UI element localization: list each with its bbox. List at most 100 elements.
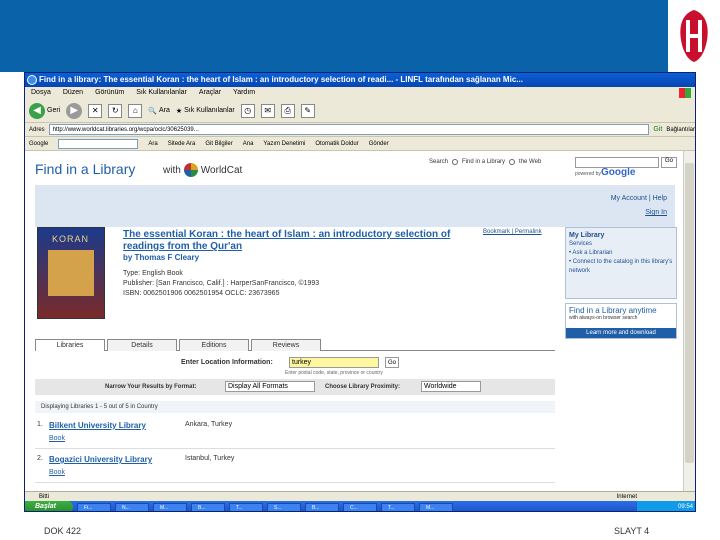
- google-logo: Google: [601, 167, 636, 178]
- refresh-icon[interactable]: ↻: [108, 103, 123, 118]
- library-name-link[interactable]: Bogazici University Library: [49, 455, 152, 464]
- address-bar: Adres http://www.worldcat.libraries.org/…: [25, 123, 695, 137]
- taskbar-item[interactable]: T...: [381, 502, 415, 511]
- meta-type: Type: English Book: [123, 270, 183, 277]
- taskbar-item[interactable]: B...: [191, 502, 225, 511]
- worldcat-brand[interactable]: with WorldCat: [163, 163, 242, 177]
- library-format-link[interactable]: Book: [49, 469, 65, 476]
- page-title[interactable]: Find in a Library: [35, 161, 135, 177]
- bookmark-link[interactable]: Bookmark | Permalink: [483, 229, 542, 235]
- scrollbar-thumb[interactable]: [685, 163, 694, 463]
- vertical-scrollbar[interactable]: [683, 151, 695, 491]
- favorites-button[interactable]: ★ Sık Kullanılanlar: [176, 107, 235, 115]
- book-title-link[interactable]: The essential Koran : the heart of Islam…: [123, 229, 463, 253]
- address-input[interactable]: http://www.worldcat.libraries.org/wcpa/o…: [48, 124, 650, 135]
- toolbar-item-spell[interactable]: Yazım Denetimi: [263, 141, 305, 147]
- edit-icon[interactable]: ✎: [300, 103, 315, 118]
- location-go-button[interactable]: Go: [385, 357, 399, 368]
- address-label: Adres: [29, 126, 45, 133]
- menu-bar: Dosya Düzen Görünüm Sık Kullanılanlar Ar…: [25, 87, 695, 99]
- connect-catalog-link[interactable]: • Connect to the catalog in this library…: [569, 258, 673, 276]
- toolbar-item-send[interactable]: Gönder: [369, 141, 389, 147]
- taskbar-item[interactable]: M...: [419, 502, 453, 511]
- taskbar-item[interactable]: T...: [229, 502, 263, 511]
- home-icon[interactable]: ⌂: [128, 103, 143, 118]
- tab-details[interactable]: Details: [107, 339, 177, 351]
- powered-by-label: powered by: [575, 171, 601, 177]
- library-format-link[interactable]: Book: [49, 435, 65, 442]
- mail-icon[interactable]: ✉: [260, 103, 275, 118]
- tab-bar: Libraries Details Editions Reviews: [35, 339, 555, 351]
- footer-course: DOK 422: [44, 526, 82, 536]
- links-label[interactable]: Bağlantılar: [666, 127, 695, 133]
- university-logo: [668, 0, 720, 72]
- toolbar-item-ana[interactable]: Ana: [243, 141, 254, 147]
- taskbar-item[interactable]: S...: [267, 502, 301, 511]
- library-number: 1.: [37, 421, 43, 428]
- stop-icon[interactable]: ✕: [88, 103, 103, 118]
- google-toolbar-input[interactable]: [58, 138, 139, 149]
- go-button[interactable]: Git: [653, 126, 662, 133]
- location-input[interactable]: turkey: [289, 357, 379, 368]
- tab-libraries[interactable]: Libraries: [35, 339, 105, 351]
- library-city: Istanbul, Turkey: [185, 455, 235, 462]
- library-city: Ankara, Turkey: [185, 421, 233, 428]
- radio-find-library[interactable]: [452, 159, 459, 165]
- toolbar: ◀ Geri ▶ ✕ ↻ ⌂ 🔍 Ara ★ Sık Kullanılanlar ◷ …: [25, 99, 695, 123]
- taskbar: Başlat Fi... N... M... B... T... S... B.…: [25, 501, 695, 511]
- menu-file[interactable]: Dosya: [31, 87, 51, 99]
- menu-view[interactable]: Görünüm: [95, 87, 124, 99]
- taskbar-item[interactable]: B...: [305, 502, 339, 511]
- library-row: 2. Bogazici University Library Istanbul,…: [35, 451, 555, 483]
- menu-help[interactable]: Yardım: [233, 87, 255, 99]
- meta-publisher: Publisher: [San Francisco, Calif.] : Har…: [123, 280, 320, 287]
- toolbar-item-site[interactable]: Sitede Ara: [168, 141, 196, 147]
- status-bar: Bitti Internet: [25, 491, 695, 501]
- worldcat-logo-icon: [183, 163, 198, 177]
- toolbar-item-search[interactable]: Ara: [148, 141, 157, 147]
- radio-web[interactable]: [509, 159, 516, 165]
- format-select[interactable]: Display All Formats: [225, 381, 315, 392]
- anytime-title: Find in a Library anytime: [569, 306, 657, 315]
- meta-isbn: ISBN: 0062501906 0062501954 OCLC: 236739…: [123, 290, 280, 297]
- toolbar-item-info[interactable]: Git Bilgiler: [205, 141, 232, 147]
- taskbar-item[interactable]: N...: [115, 502, 149, 511]
- menu-tools[interactable]: Araçlar: [199, 87, 221, 99]
- menu-favorites[interactable]: Sık Kullanılanlar: [136, 87, 187, 99]
- toolbar-item-autofill[interactable]: Otomatik Doldur: [315, 141, 358, 147]
- taskbar-item[interactable]: C...: [343, 502, 377, 511]
- google-go-button[interactable]: Go: [661, 157, 677, 168]
- search-button[interactable]: 🔍 Ara: [148, 107, 170, 115]
- my-library-services: Services: [569, 241, 593, 247]
- library-name-link[interactable]: Bilkent University Library: [49, 421, 146, 430]
- ask-librarian-link[interactable]: • Ask a Librarian: [569, 249, 673, 258]
- tab-reviews[interactable]: Reviews: [251, 339, 321, 351]
- book-author-link[interactable]: by Thomas F Cleary: [123, 253, 199, 262]
- print-icon[interactable]: ⎙: [280, 103, 295, 118]
- google-toolbar: Google Ara Sitede Ara Git Bilgiler Ana Y…: [25, 137, 695, 151]
- forward-button[interactable]: ▶: [66, 102, 83, 119]
- taskbar-item[interactable]: Fi...: [77, 502, 111, 511]
- google-toolbar-label: Google: [29, 140, 49, 147]
- proximity-label: Choose Library Proximity:: [325, 384, 401, 390]
- location-hint: Enter postal code, state, province or co…: [285, 370, 383, 376]
- status-text: Bitti: [39, 494, 50, 500]
- taskbar-item[interactable]: M...: [153, 502, 187, 511]
- window-titlebar: Find in a library: The essential Koran :…: [25, 73, 695, 87]
- menu-edit[interactable]: Düzen: [63, 87, 83, 99]
- proximity-select[interactable]: Worldwide: [421, 381, 481, 392]
- tab-editions[interactable]: Editions: [179, 339, 249, 351]
- window-title: Find in a library: The essential Koran :…: [39, 75, 523, 84]
- filter-bar: Narrow Your Results by Format: Display A…: [35, 379, 555, 395]
- anytime-subtitle: with always-on browser search: [569, 315, 638, 321]
- footer-slide-number: SLAYT 4: [614, 526, 650, 536]
- start-button[interactable]: Başlat: [25, 501, 73, 511]
- find-anytime-panel: Find in a Library anytime with always-on…: [565, 303, 677, 339]
- search-options: Search Find in a Library the Web: [429, 159, 542, 165]
- learn-more-button[interactable]: Learn more and download: [566, 328, 676, 338]
- back-button[interactable]: ◀ Geri: [29, 102, 60, 119]
- my-account-link[interactable]: My Account | Help: [611, 195, 667, 202]
- history-icon[interactable]: ◷: [240, 103, 255, 118]
- sign-in-link[interactable]: Sign In: [645, 209, 667, 216]
- my-library-title[interactable]: My Library: [569, 231, 673, 240]
